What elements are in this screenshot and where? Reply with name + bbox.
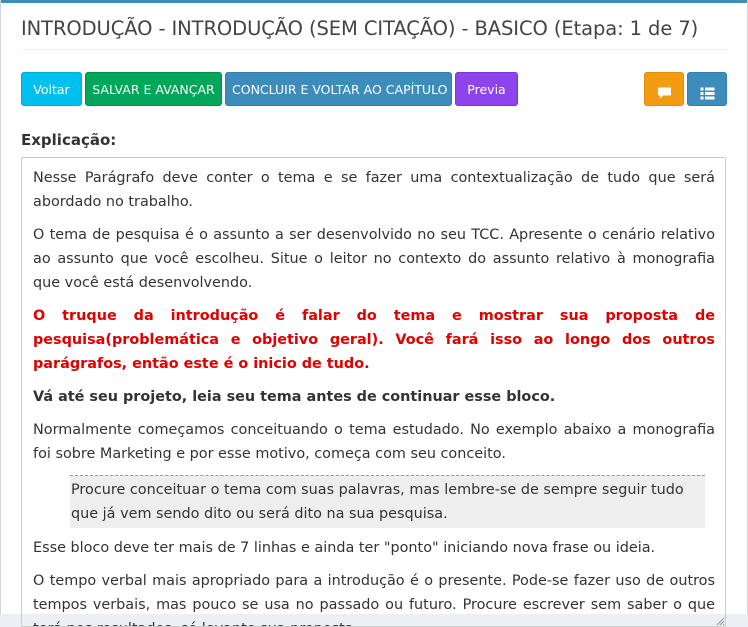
- resize-handle-icon[interactable]: [715, 616, 725, 626]
- explanation-box[interactable]: Nesse Parágrafo deve conter o tema e se …: [21, 157, 726, 627]
- example-quote: Procure conceituar o tema com suas palav…: [70, 475, 705, 528]
- panel-top-border: [1, 0, 747, 3]
- paragraph-highlight: O truque da introdução é falar do tema e…: [33, 308, 715, 372]
- previa-button[interactable]: Previa: [455, 72, 518, 106]
- list-button[interactable]: [687, 72, 727, 106]
- title-divider: [21, 49, 727, 50]
- comments-button[interactable]: [644, 72, 684, 106]
- explanation-content: Nesse Parágrafo deve conter o tema e se …: [22, 158, 725, 626]
- paragraph-5: Normalmente começamos conceituando o tem…: [33, 422, 715, 462]
- paragraph-bold: Vá até seu projeto, leia seu tema antes …: [33, 389, 556, 405]
- main-panel: INTRODUÇÃO - INTRODUÇÃO (SEM CITAÇÃO) - …: [0, 0, 748, 627]
- paragraph-1: Nesse Parágrafo deve conter o tema e se …: [33, 170, 715, 210]
- paragraph-2: O tema de pesquisa é o assunto a ser des…: [33, 227, 715, 291]
- paragraph-7: O tempo verbal mais apropriado para a in…: [33, 573, 715, 626]
- voltar-button[interactable]: Voltar: [21, 72, 82, 106]
- concluir-e-voltar-button[interactable]: CONCLUIR E VOLTAR AO CAPÍTULO: [225, 72, 452, 106]
- list-icon: [700, 87, 714, 100]
- comments-icon: [657, 87, 671, 99]
- explicacao-label: Explicação:: [21, 131, 117, 149]
- paragraph-6: Esse bloco deve ter mais de 7 linhas e a…: [33, 540, 656, 556]
- page-title: INTRODUÇÃO - INTRODUÇÃO (SEM CITAÇÃO) - …: [21, 17, 699, 40]
- salvar-e-avancar-button[interactable]: SALVAR E AVANÇAR: [85, 72, 222, 106]
